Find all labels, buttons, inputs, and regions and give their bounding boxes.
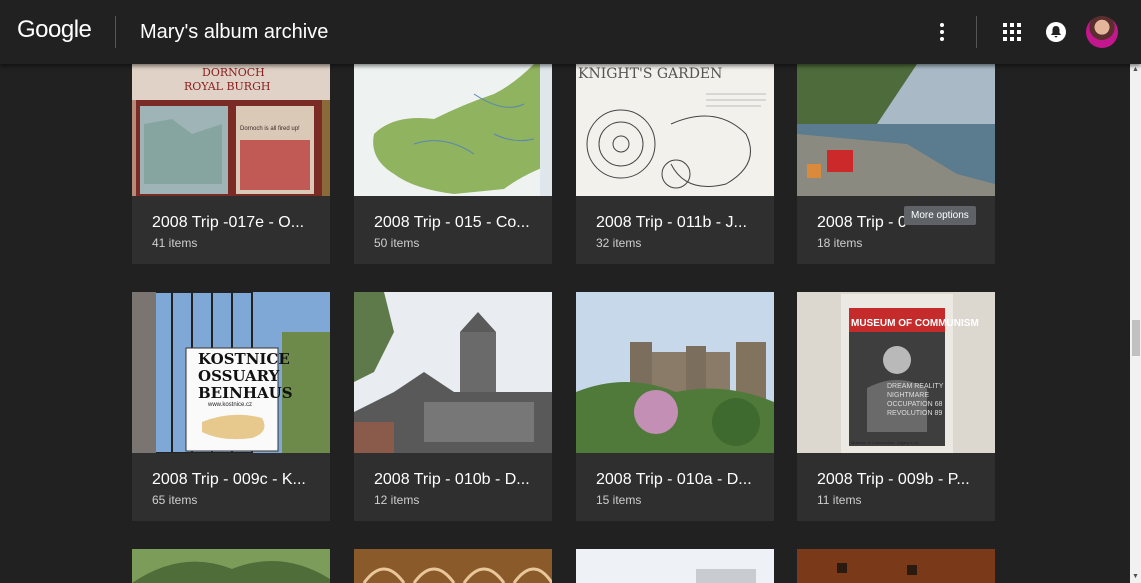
- album-thumbnail: [576, 549, 774, 583]
- avatar[interactable]: [1086, 16, 1118, 48]
- thumb-text: MUSEUM OF COMMUNISM: [851, 318, 979, 329]
- thumb-text: KOSTNICE: [198, 350, 290, 368]
- notifications-bell-icon[interactable]: [1044, 20, 1068, 44]
- thumb-text: ROYAL BURGH: [184, 80, 271, 93]
- album-card[interactable]: [797, 549, 995, 583]
- scroll-down-arrow-icon[interactable]: ▼: [1130, 571, 1141, 583]
- more-vert-icon[interactable]: [930, 20, 954, 44]
- album-thumbnail: [576, 292, 774, 453]
- album-title: 2008 Trip -017e - O...: [152, 214, 305, 231]
- thumb-text: www.kostnice.cz: [208, 402, 253, 408]
- album-count: 18 items: [817, 236, 863, 250]
- album-thumbnail: DORNOCH ROYAL BURGH Dornoch is all fired…: [132, 64, 330, 196]
- thumb-text: DORNOCH: [202, 66, 265, 79]
- thumb-text: Museum of Communism, Legacy s.r.o.: [851, 440, 920, 445]
- thumb-text: DREAM REALITY NIGHTMARE OCCUPATION 68 RE…: [887, 383, 944, 417]
- album-card[interactable]: DORNOCH ROYAL BURGH Dornoch is all fired…: [132, 64, 330, 264]
- album-count: 65 items: [152, 493, 198, 507]
- album-grid: DORNOCH ROYAL BURGH Dornoch is all fired…: [0, 64, 1130, 583]
- google-logo[interactable]: Google: [17, 16, 92, 44]
- album-card[interactable]: [132, 549, 330, 583]
- album-thumbnail: [354, 292, 552, 453]
- album-card[interactable]: MUSEUM OF COMMUNISM DREAM REALITY NIGHTM…: [797, 292, 995, 521]
- scroll-up-arrow-icon[interactable]: ▲: [1130, 64, 1141, 76]
- album-thumbnail: [132, 549, 330, 583]
- album-thumbnail: [354, 64, 552, 196]
- album-card[interactable]: [576, 549, 774, 583]
- album-count: 50 items: [374, 236, 420, 250]
- album-card[interactable]: KOSTNICE OSSUARY BEINHAUS www.kostnice.c…: [132, 292, 330, 521]
- more-options-tooltip: More options: [904, 206, 976, 225]
- scrollbar-thumb[interactable]: [1132, 320, 1140, 356]
- top-bar: Google Mary's album archive: [0, 0, 1141, 64]
- album-title: 2008 Trip - 009b - P...: [817, 471, 970, 488]
- album-count: 15 items: [596, 493, 642, 507]
- album-card[interactable]: 2008 Trip - 010b - D... 12 items: [354, 292, 552, 521]
- page-title: Mary's album archive: [140, 21, 329, 43]
- divider: [976, 16, 977, 48]
- album-count: 32 items: [596, 236, 642, 250]
- album-thumbnail: [354, 549, 552, 583]
- album-title: 2008 Trip - 009c - K...: [152, 471, 306, 488]
- album-thumbnail: KNIGHT'S GARDEN: [576, 64, 774, 196]
- album-card[interactable]: [354, 549, 552, 583]
- album-title: 2008 Trip - 010b - D...: [374, 471, 530, 488]
- album-count: 11 items: [817, 493, 862, 507]
- album-card[interactable]: 2008 Trip - 0 18 items: [797, 64, 995, 264]
- album-count: 41 items: [152, 236, 198, 250]
- divider: [115, 16, 116, 48]
- album-thumbnail: [797, 549, 995, 583]
- album-thumbnail: MUSEUM OF COMMUNISM DREAM REALITY NIGHTM…: [797, 292, 995, 453]
- thumb-text: OSSUARY: [198, 367, 280, 385]
- album-count: 12 items: [374, 493, 420, 507]
- album-title: 2008 Trip - 011b - J...: [596, 214, 747, 231]
- thumb-text: KNIGHT'S GARDEN: [578, 66, 723, 82]
- album-thumbnail: KOSTNICE OSSUARY BEINHAUS www.kostnice.c…: [132, 292, 330, 453]
- album-card[interactable]: 2008 Trip - 010a - D... 15 items: [576, 292, 774, 521]
- album-title: 2008 Trip - 010a - D...: [596, 471, 752, 488]
- thumb-text: Dornoch is all fired up!: [240, 126, 300, 132]
- thumb-text: BEINHAUS: [198, 384, 293, 402]
- album-card[interactable]: 2008 Trip - 015 - Co... 50 items: [354, 64, 552, 264]
- album-title: 2008 Trip - 015 - Co...: [374, 214, 530, 231]
- album-thumbnail: [797, 64, 995, 196]
- apps-grid-icon[interactable]: [1000, 20, 1024, 44]
- album-card[interactable]: KNIGHT'S GARDEN 2008 Trip - 011b - J... …: [576, 64, 774, 264]
